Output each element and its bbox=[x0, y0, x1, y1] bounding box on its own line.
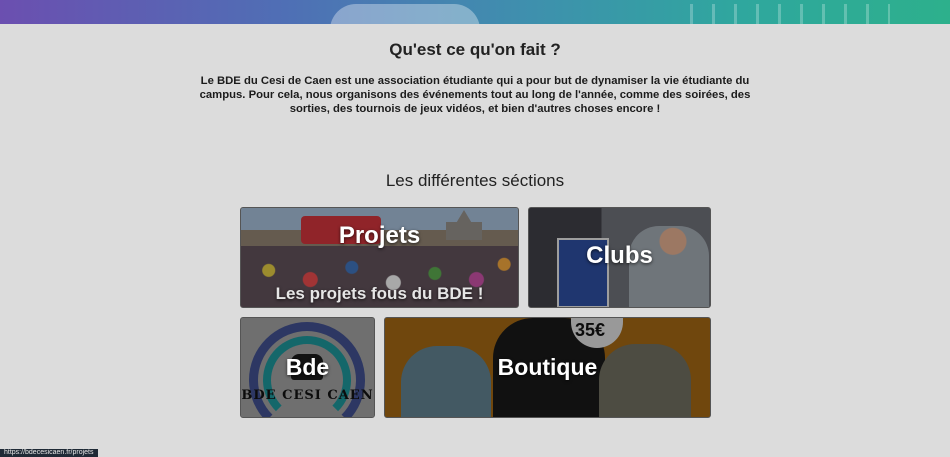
projets-label: Projets bbox=[338, 222, 421, 249]
hero-image-railing bbox=[690, 4, 890, 24]
intro-heading: Qu'est ce qu'on fait ? bbox=[389, 40, 561, 59]
sections-heading: Les différentes séctions bbox=[385, 171, 565, 190]
clubs-card[interactable]: Clubs bbox=[528, 207, 711, 308]
clubs-label: Clubs bbox=[586, 242, 653, 269]
boutique-label: Boutique bbox=[497, 354, 598, 380]
projets-card[interactable]: Projets Les projets fous du BDE ! bbox=[240, 207, 519, 308]
status-bar-url: https://bdecesicaen.fr/projets bbox=[0, 449, 98, 457]
hero-banner bbox=[0, 0, 950, 24]
intro-description: Le BDE du Cesi de Caen est une associati… bbox=[199, 75, 751, 115]
boutique-card[interactable]: 35€ Boutique bbox=[384, 317, 711, 418]
bde-label: Bde bbox=[285, 354, 330, 380]
hero-image-car bbox=[330, 4, 480, 24]
bde-card[interactable]: BDE CESI CAEN Bde bbox=[240, 317, 375, 418]
projets-subtitle: Les projets fous du BDE ! bbox=[275, 284, 484, 303]
